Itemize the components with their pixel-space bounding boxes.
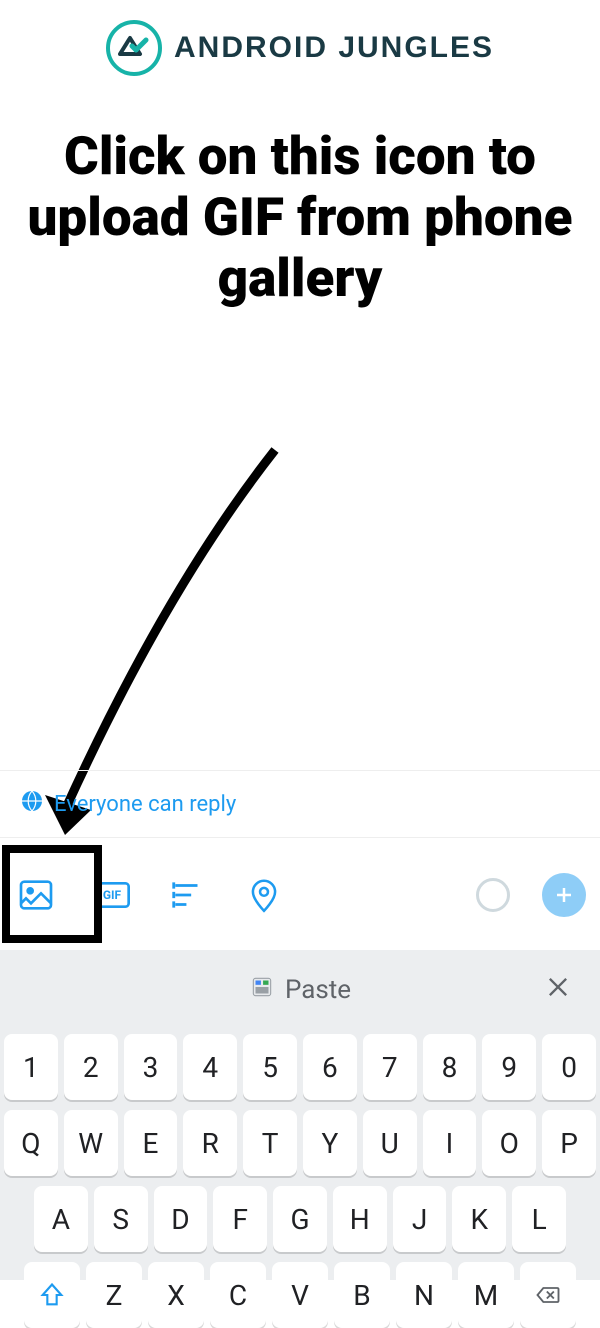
key-3[interactable]: 3 <box>124 1034 178 1100</box>
key-h[interactable]: H <box>333 1186 387 1252</box>
key-j[interactable]: J <box>393 1186 447 1252</box>
key-0[interactable]: 0 <box>542 1034 596 1100</box>
character-count-circle <box>476 878 510 912</box>
gif-label: GIF <box>103 888 121 902</box>
key-8[interactable]: 8 <box>423 1034 477 1100</box>
key-d[interactable]: D <box>154 1186 208 1252</box>
keyboard-row-2: Q W E R T Y U I O P <box>4 1110 596 1176</box>
key-u[interactable]: U <box>363 1110 417 1176</box>
key-i[interactable]: I <box>423 1110 477 1176</box>
brand-name: ANDROID JUNGLES <box>174 31 494 65</box>
reply-permission-row[interactable]: Everyone can reply <box>0 770 600 838</box>
keyboard-row-4: Z X C V B N M <box>4 1262 596 1328</box>
key-g[interactable]: G <box>273 1186 327 1252</box>
key-y[interactable]: Y <box>303 1110 357 1176</box>
key-7[interactable]: 7 <box>363 1034 417 1100</box>
key-l[interactable]: L <box>512 1186 566 1252</box>
key-m[interactable]: M <box>458 1262 514 1328</box>
key-s[interactable]: S <box>94 1186 148 1252</box>
key-9[interactable]: 9 <box>482 1034 536 1100</box>
gif-button[interactable]: GIF <box>90 873 134 917</box>
clipboard-image-icon <box>249 974 275 1007</box>
key-6[interactable]: 6 <box>303 1034 357 1100</box>
key-a[interactable]: A <box>34 1186 88 1252</box>
key-r[interactable]: R <box>183 1110 237 1176</box>
key-n[interactable]: N <box>396 1262 452 1328</box>
key-5[interactable]: 5 <box>243 1034 297 1100</box>
key-k[interactable]: K <box>452 1186 506 1252</box>
poll-button[interactable] <box>166 873 210 917</box>
key-f[interactable]: F <box>213 1186 267 1252</box>
keyboard: Paste 1 2 3 4 5 6 7 8 9 0 Q W E R T Y U <box>0 950 600 1280</box>
key-e[interactable]: E <box>124 1110 178 1176</box>
reply-permission-label: Everyone can reply <box>54 792 236 817</box>
location-button[interactable] <box>242 873 286 917</box>
key-backspace[interactable] <box>520 1262 576 1328</box>
close-suggestion-button[interactable] <box>544 971 572 1009</box>
key-x[interactable]: X <box>148 1262 204 1328</box>
instruction-text: Click on this icon to upload GIF from ph… <box>0 86 600 309</box>
compose-toolbar: GIF <box>0 855 600 935</box>
key-shift[interactable] <box>24 1262 80 1328</box>
globe-icon <box>20 789 44 819</box>
key-z[interactable]: Z <box>86 1262 142 1328</box>
keyboard-row-3: A S D F G H J K L <box>4 1186 596 1252</box>
keyboard-row-1: 1 2 3 4 5 6 7 8 9 0 <box>4 1034 596 1100</box>
key-t[interactable]: T <box>243 1110 297 1176</box>
key-o[interactable]: O <box>482 1110 536 1176</box>
keyboard-suggestion-row: Paste <box>0 950 600 1030</box>
brand-logo-icon <box>106 20 162 76</box>
key-4[interactable]: 4 <box>183 1034 237 1100</box>
paste-suggestion[interactable]: Paste <box>249 974 351 1007</box>
brand-header: ANDROID JUNGLES <box>0 0 600 86</box>
key-q[interactable]: Q <box>4 1110 58 1176</box>
key-2[interactable]: 2 <box>64 1034 118 1100</box>
key-p[interactable]: P <box>542 1110 596 1176</box>
key-w[interactable]: W <box>64 1110 118 1176</box>
key-b[interactable]: B <box>334 1262 390 1328</box>
key-1[interactable]: 1 <box>4 1034 58 1100</box>
key-v[interactable]: V <box>272 1262 328 1328</box>
key-c[interactable]: C <box>210 1262 266 1328</box>
add-thread-button[interactable] <box>542 873 586 917</box>
image-upload-button[interactable] <box>14 873 58 917</box>
paste-label: Paste <box>285 975 351 1005</box>
